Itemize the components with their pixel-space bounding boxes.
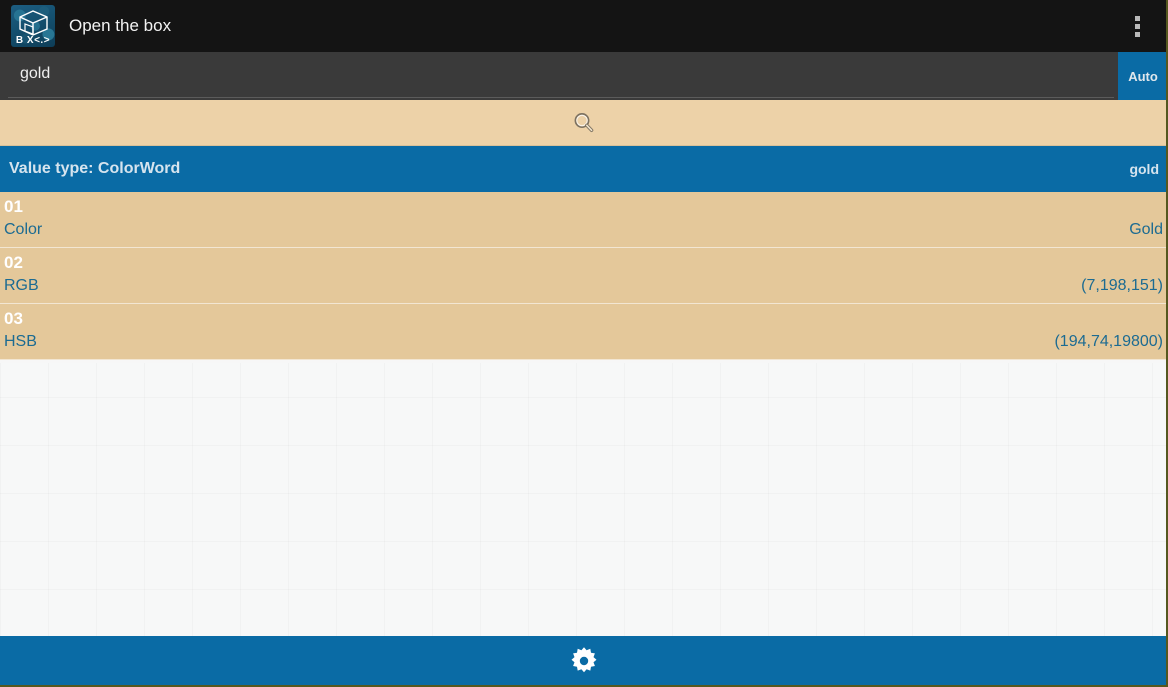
row-index: 01 <box>4 197 23 216</box>
row-value: (7,198,151) <box>1081 277 1163 294</box>
overflow-dot <box>1134 15 1140 21</box>
value-type-header: Value type: ColorWord gold <box>0 146 1166 192</box>
results-list: 01 Color Gold 02 RGB (7,198,151) 03 HSB … <box>0 192 1166 360</box>
magnifier-icon <box>574 112 594 132</box>
cube-app-icon: B X<.> <box>11 5 55 47</box>
app-window: B X<.> Open the box Auto Value type: Col… <box>0 0 1168 687</box>
row-label: Color <box>4 221 43 238</box>
overflow-dot <box>1134 23 1140 29</box>
row-index: 03 <box>4 309 23 328</box>
search-input[interactable] <box>8 54 1114 98</box>
app-icon-letters: B X<.> <box>15 35 51 46</box>
empty-content-area <box>0 363 1166 638</box>
value-type-title: Value type: ColorWord <box>9 160 181 177</box>
overflow-dot <box>1134 31 1140 37</box>
table-row[interactable]: 02 RGB (7,198,151) <box>0 248 1166 304</box>
table-row[interactable]: 01 Color Gold <box>0 192 1166 248</box>
search-action-strip[interactable] <box>0 100 1166 146</box>
row-label: HSB <box>4 333 37 350</box>
app-title: Open the box <box>69 16 172 35</box>
overflow-menu-button[interactable] <box>1120 0 1154 52</box>
settings-bar[interactable] <box>0 636 1166 685</box>
value-type-query: gold <box>1129 161 1159 177</box>
title-bar: B X<.> Open the box <box>0 0 1166 52</box>
gear-icon <box>571 646 597 672</box>
auto-button[interactable]: Auto <box>1118 52 1166 100</box>
row-value: (194,74,19800) <box>1054 333 1163 350</box>
row-value: Gold <box>1129 221 1163 238</box>
row-index: 02 <box>4 253 23 272</box>
row-label: RGB <box>4 277 39 294</box>
table-row[interactable]: 03 HSB (194,74,19800) <box>0 304 1166 360</box>
query-row: Auto <box>0 52 1166 100</box>
